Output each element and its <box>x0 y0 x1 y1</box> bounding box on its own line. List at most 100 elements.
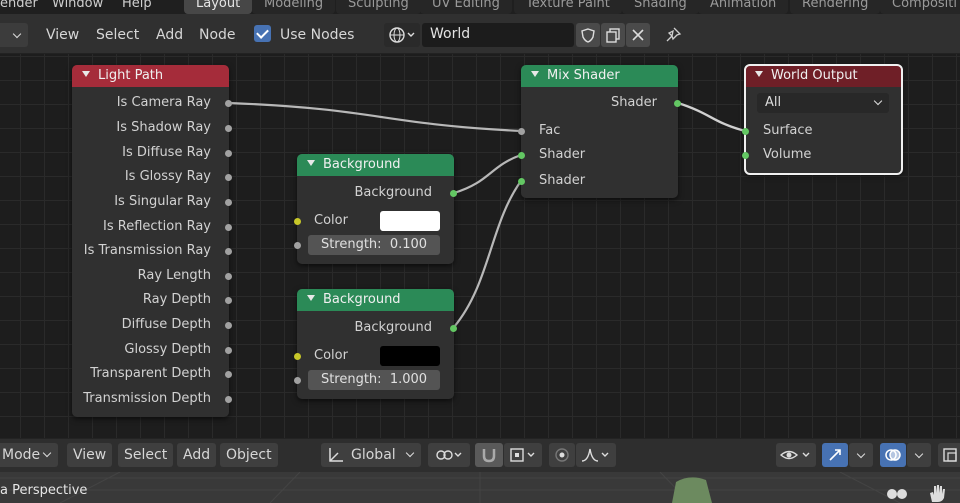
tab-layout[interactable]: Layout <box>184 0 253 14</box>
node-header[interactable]: Light Path <box>72 65 229 87</box>
menu-window[interactable]: Window <box>52 0 103 11</box>
socket-out[interactable] <box>450 325 457 332</box>
collapse-arrow-icon[interactable] <box>82 71 90 77</box>
output-background: Background <box>354 185 432 200</box>
socket-in-strength[interactable] <box>294 242 301 249</box>
collapse-arrow-icon[interactable] <box>755 71 763 77</box>
camera-view-icon[interactable] <box>884 484 910 503</box>
socket-in-color[interactable] <box>294 353 301 360</box>
socket-out[interactable] <box>225 371 232 378</box>
menu-view-3d[interactable]: View <box>67 443 113 467</box>
strength-field[interactable]: Strength: 1.000 <box>308 370 440 390</box>
menu-help[interactable]: Help <box>122 0 152 11</box>
tab-modeling[interactable]: Modeling <box>252 0 336 14</box>
node-background-1[interactable]: Background Background Color Strength: 0.… <box>294 154 457 264</box>
falloff-dropdown[interactable] <box>576 443 616 467</box>
collapse-arrow-icon[interactable] <box>307 160 315 166</box>
node-mix-shader[interactable]: Mix Shader Shader Fac Shader Shader <box>518 65 681 198</box>
tab-sculpting[interactable]: Sculpting <box>336 0 421 14</box>
menu-object[interactable]: Object <box>220 443 278 467</box>
menu-select[interactable]: Select <box>96 24 139 46</box>
node-title: Mix Shader <box>547 68 620 83</box>
hand-pan-icon[interactable] <box>926 482 948 503</box>
overlays-toggle[interactable] <box>880 443 906 467</box>
tab-shading[interactable]: Shading <box>622 0 699 14</box>
node-background-2[interactable]: Background Background Color Strength: 1.… <box>294 289 457 399</box>
collapse-arrow-icon[interactable] <box>307 295 315 301</box>
menu-add-3d[interactable]: Add <box>177 443 217 467</box>
tab-texture-paint[interactable]: Texture Paint <box>514 0 622 14</box>
socket-out[interactable] <box>225 297 232 304</box>
pin-button[interactable] <box>658 23 688 47</box>
use-nodes-checkbox[interactable] <box>254 25 271 42</box>
visibility-dropdown[interactable] <box>776 443 816 467</box>
node-canvas[interactable]: Light Path Is Camera Ray Is Shadow Ray I… <box>0 54 960 438</box>
menu-node[interactable]: Node <box>199 24 236 46</box>
overlays-dropdown[interactable] <box>907 443 931 467</box>
socket-out[interactable] <box>450 190 457 197</box>
node-header[interactable]: Background <box>297 154 454 176</box>
link-background1-to-shader1 <box>453 153 522 195</box>
socket-in-strength[interactable] <box>294 377 301 384</box>
socket-out[interactable] <box>225 174 232 181</box>
socket-out[interactable] <box>225 224 232 231</box>
socket-in-shader-1[interactable] <box>518 152 525 159</box>
shield-icon <box>581 28 595 43</box>
socket-out[interactable] <box>225 199 232 206</box>
menu-select-3d[interactable]: Select <box>118 443 174 467</box>
editor-type-button[interactable] <box>0 23 28 47</box>
pivot-point-dropdown[interactable] <box>428 443 470 467</box>
socket-out[interactable] <box>225 248 232 255</box>
socket-in-color[interactable] <box>294 218 301 225</box>
socket-out[interactable] <box>225 100 232 107</box>
tab-animation[interactable]: Animation <box>698 0 789 14</box>
target-dropdown[interactable]: All <box>757 93 889 113</box>
color-swatch-black[interactable] <box>380 346 440 366</box>
tab-rendering[interactable]: Rendering <box>790 0 881 14</box>
gizmo-dropdown[interactable] <box>849 443 873 467</box>
node-world-output[interactable]: World Output All Surface Volume <box>742 64 903 175</box>
socket-in-shader-2[interactable] <box>518 178 525 185</box>
input-surface: Surface <box>763 123 813 138</box>
output-is-singular-ray: Is Singular Ray <box>114 194 211 209</box>
tab-compositing[interactable]: Compositi <box>880 0 960 14</box>
fake-user-button[interactable] <box>576 23 600 47</box>
socket-out[interactable] <box>225 396 232 403</box>
socket-out[interactable] <box>225 322 232 329</box>
world-name-field[interactable]: World <box>422 23 574 47</box>
node-header[interactable]: Mix Shader <box>521 65 678 87</box>
socket-in-surface[interactable] <box>742 128 749 135</box>
proportional-icon <box>555 448 569 462</box>
node-header[interactable]: World Output <box>745 65 902 87</box>
world-browse-button[interactable] <box>384 23 420 47</box>
strength-field[interactable]: Strength: 0.100 <box>308 235 440 255</box>
proportional-edit-toggle[interactable] <box>549 443 575 467</box>
socket-out[interactable] <box>225 150 232 157</box>
menu-add[interactable]: Add <box>156 24 183 46</box>
unlink-world-button[interactable] <box>626 23 650 47</box>
gizmo-toggle[interactable] <box>822 443 848 467</box>
xray-toggle[interactable] <box>938 443 960 467</box>
duplicate-world-button[interactable] <box>601 23 625 47</box>
input-fac: Fac <box>539 123 561 138</box>
collapse-arrow-icon[interactable] <box>531 71 539 77</box>
socket-out[interactable] <box>225 273 232 280</box>
socket-out[interactable] <box>225 347 232 354</box>
color-swatch-white[interactable] <box>380 211 440 231</box>
socket-in-volume[interactable] <box>742 152 749 159</box>
viewport-3d[interactable]: a Perspective <box>0 472 960 503</box>
node-light-path[interactable]: Light Path Is Camera Ray Is Shadow Ray I… <box>72 65 232 417</box>
socket-in-fac[interactable] <box>518 128 525 135</box>
socket-out[interactable] <box>225 125 232 132</box>
snap-target-dropdown[interactable] <box>504 443 542 467</box>
socket-out[interactable] <box>674 100 681 107</box>
snap-toggle[interactable] <box>475 443 503 467</box>
node-header[interactable]: Background <box>297 289 454 311</box>
mode-dropdown[interactable]: Mode <box>0 443 58 467</box>
output-is-shadow-ray: Is Shadow Ray <box>116 120 211 135</box>
orientation-dropdown[interactable]: Global <box>321 443 421 467</box>
input-volume: Volume <box>763 147 812 162</box>
menu-view[interactable]: View <box>46 24 79 46</box>
menu-render[interactable]: ender <box>0 0 38 11</box>
tab-uv-editing[interactable]: UV Editing <box>420 0 512 14</box>
